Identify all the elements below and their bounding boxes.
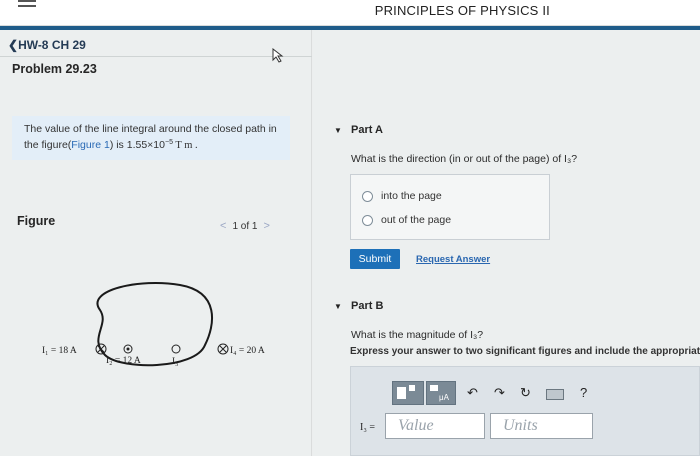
help-icon[interactable]: ? xyxy=(580,385,587,400)
menu-icon[interactable] xyxy=(18,0,36,10)
closed-path xyxy=(96,282,214,367)
option-out-of-page[interactable]: out of the page xyxy=(362,214,451,226)
problem-title: Problem 29.23 xyxy=(12,62,97,76)
part-a-question: What is the direction (in or out of the … xyxy=(351,153,578,165)
part-b-instruction: Express your answer to two significant f… xyxy=(350,346,700,357)
answer-box xyxy=(350,366,700,456)
statement-exponent: −5 xyxy=(164,139,173,146)
answer-label: I₃ = xyxy=(360,422,375,433)
mouse-cursor-icon xyxy=(272,48,284,63)
part-b-collapse-icon[interactable]: ▼ xyxy=(334,302,342,311)
divider xyxy=(0,56,312,57)
submit-button[interactable]: Submit xyxy=(350,249,400,269)
option-out-of-page-label: out of the page xyxy=(381,214,452,226)
part-a-options xyxy=(350,174,550,240)
figure-label: Figure xyxy=(17,214,56,228)
figure-diagram: I₁ = 18 A I₂ = 12 A I₃ I₄ = 20 A xyxy=(42,282,265,367)
back-arrow-icon: ❮ xyxy=(8,38,19,52)
current-i1-label: I₁ = 18 A xyxy=(42,346,77,356)
problem-statement: The value of the line integral around th… xyxy=(12,116,290,160)
option-into-page-label: into the page xyxy=(381,190,442,202)
value-input[interactable]: Value xyxy=(385,413,485,439)
radio-into-page[interactable] xyxy=(362,190,373,202)
current-i3-icon xyxy=(171,344,181,354)
top-bar: PRINCIPLES OF PHYSICS II xyxy=(0,0,700,26)
request-answer-link[interactable]: Request Answer xyxy=(416,254,490,265)
figure-link[interactable]: Figure 1 xyxy=(71,139,110,151)
current-i2-label: I₂ = 12 A xyxy=(106,356,141,366)
part-b-title[interactable]: Part B xyxy=(351,300,383,312)
undo-icon[interactable]: ↶ xyxy=(467,385,478,401)
app-title: PRINCIPLES OF PHYSICS II xyxy=(374,3,550,18)
back-link[interactable]: ❮HW-8 CH 29 xyxy=(8,38,86,52)
part-a-collapse-icon[interactable]: ▼ xyxy=(334,126,342,135)
figure-count: 1 of 1 xyxy=(232,221,258,232)
current-i3-label: I₃ xyxy=(172,357,178,367)
problem-panel: ❮HW-8 CH 29 Problem 29.23 The value of t… xyxy=(0,30,312,456)
back-link-label: HW-8 CH 29 xyxy=(18,38,86,52)
part-b-question: What is the magnitude of I₃? xyxy=(351,329,484,341)
reset-icon[interactable]: ↻ xyxy=(520,385,531,401)
svg-text:μA: μA xyxy=(439,393,450,402)
figure-pager: <1 of 1 > xyxy=(220,220,270,232)
current-i4-label: I₄ = 20 A xyxy=(230,346,265,356)
option-into-page[interactable]: into the page xyxy=(362,190,442,202)
radio-out-of-page[interactable] xyxy=(362,214,373,226)
units-input[interactable]: Units xyxy=(490,413,593,439)
keyboard-icon[interactable] xyxy=(546,389,564,400)
statement-unit: T m . xyxy=(172,140,198,151)
prev-figure-button[interactable]: < xyxy=(220,220,226,232)
units-icon[interactable]: μA xyxy=(426,381,456,405)
template-icon[interactable] xyxy=(392,381,424,405)
statement-value: ) is 1.55×10 xyxy=(109,139,165,151)
next-figure-button[interactable]: > xyxy=(263,220,269,232)
part-a-title[interactable]: Part A xyxy=(351,124,383,136)
redo-icon[interactable]: ↷ xyxy=(494,385,505,401)
